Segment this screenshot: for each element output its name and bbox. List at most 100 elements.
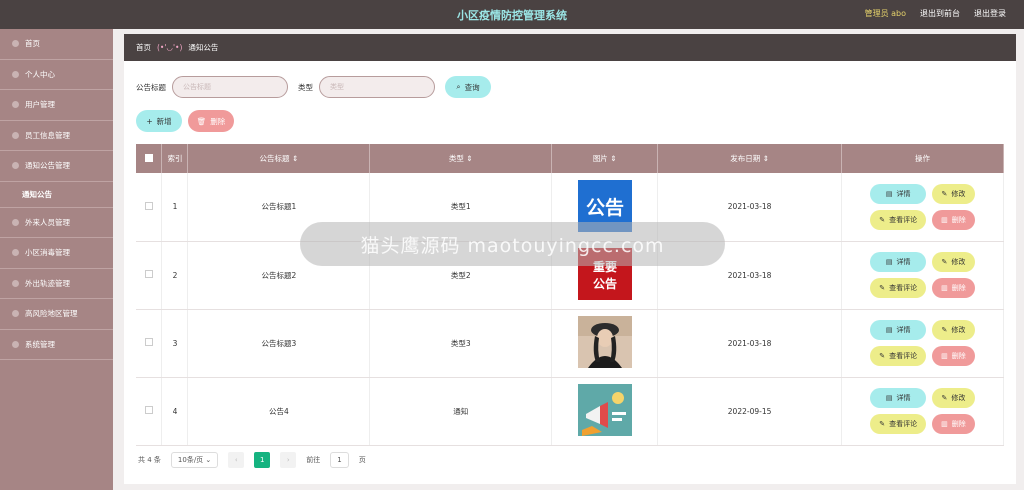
sidebar-item-high-risk[interactable]: 高风险地区管理 bbox=[0, 299, 113, 330]
delete-button[interactable]: ▥ 删除 bbox=[932, 278, 975, 298]
trash-icon: ▥ bbox=[941, 420, 948, 428]
pencil-icon: ✎ bbox=[879, 420, 886, 428]
comments-label: 查看评论 bbox=[889, 352, 918, 360]
sidebar-item-visitors[interactable]: 外来人员管理 bbox=[0, 208, 113, 238]
svg-text:公告: 公告 bbox=[586, 196, 624, 219]
comments-label: 查看评论 bbox=[889, 420, 918, 428]
table-header-row: 索引 公告标题 ⇕ 类型 ⇕ 图片 ⇕ 发布日期 ⇕ 操作 bbox=[136, 144, 1004, 173]
pencil-icon: ✎ bbox=[941, 189, 948, 198]
select-all-header[interactable] bbox=[136, 144, 163, 173]
col-image-label: 图片 bbox=[592, 154, 608, 163]
col-title[interactable]: 公告标题 ⇕ bbox=[187, 144, 371, 173]
row-checkbox-cell[interactable] bbox=[136, 377, 163, 446]
edit-button[interactable]: ✎ 修改 bbox=[932, 252, 975, 272]
sidebar-item-label: 员工信息管理 bbox=[25, 130, 70, 140]
edit-button[interactable]: ✎ 修改 bbox=[932, 320, 975, 340]
select-all-checkbox[interactable] bbox=[144, 153, 153, 162]
row-checkbox[interactable] bbox=[144, 201, 153, 210]
delete-label: 删除 bbox=[951, 215, 966, 224]
view-comments-button[interactable]: ✎ 查看评论 bbox=[870, 278, 927, 298]
detail-button[interactable]: ▤ 详情 bbox=[870, 252, 927, 272]
sidebar-item-profile[interactable]: 个人中心 bbox=[0, 60, 113, 90]
batch-delete-button[interactable]: 🗑 删除 bbox=[188, 110, 234, 132]
col-image[interactable]: 图片 ⇕ bbox=[551, 144, 659, 173]
chevron-left-icon: ‹ bbox=[234, 456, 238, 464]
view-comments-button[interactable]: ✎ 查看评论 bbox=[870, 414, 927, 434]
sidebar-item-notices[interactable]: 通知公告管理 bbox=[0, 151, 113, 182]
sidebar-item-label: 系统管理 bbox=[25, 339, 55, 349]
row-actions: ▤ 详情 ✎ 修改 ✎ 查看评论 ▥ 删除 bbox=[841, 309, 1004, 378]
sidebar-item-label: 个人中心 bbox=[25, 69, 55, 79]
add-button[interactable]: + 新增 bbox=[136, 110, 182, 132]
type-search-input[interactable]: 类型 bbox=[319, 76, 435, 98]
row-checkbox-cell[interactable] bbox=[136, 173, 163, 242]
query-button[interactable]: ⌕ 查询 bbox=[445, 76, 491, 98]
logout-link[interactable]: 退出登录 bbox=[974, 8, 1006, 19]
title-search-input[interactable]: 公告标题 bbox=[172, 76, 288, 98]
edit-button[interactable]: ✎ 修改 bbox=[932, 388, 975, 408]
to-front-link[interactable]: 退出到前台 bbox=[920, 8, 960, 19]
header-actions: 管理员 abo 退出到前台 退出登录 bbox=[865, 8, 1006, 19]
row-checkbox[interactable] bbox=[144, 270, 153, 278]
edit-label: 修改 bbox=[951, 326, 966, 334]
breadcrumb-home[interactable]: 首页 bbox=[136, 42, 151, 53]
sidebar-item-users[interactable]: 用户管理 bbox=[0, 90, 113, 121]
sidebar-item-label: 首页 bbox=[25, 39, 40, 49]
edit-label: 修改 bbox=[951, 258, 966, 266]
warning-icon bbox=[12, 310, 19, 318]
toolbar: + 新增 🗑 删除 bbox=[136, 110, 234, 132]
detail-button[interactable]: ▤ 详情 bbox=[870, 320, 927, 340]
notice-image-photo-person[interactable] bbox=[577, 316, 632, 368]
row-checkbox-cell[interactable] bbox=[136, 241, 163, 310]
sidebar-item-label: 用户管理 bbox=[25, 100, 55, 110]
pencil-icon: ✎ bbox=[879, 215, 886, 224]
row-date: 2022-09-15 bbox=[657, 377, 843, 446]
page-suffix: 页 bbox=[358, 456, 366, 464]
col-date[interactable]: 发布日期 ⇕ bbox=[657, 144, 843, 173]
comments-label: 查看评论 bbox=[889, 215, 918, 224]
view-comments-button[interactable]: ✎ 查看评论 bbox=[870, 209, 927, 230]
pencil-icon: ✎ bbox=[941, 258, 948, 266]
page-number-current[interactable]: 1 bbox=[254, 452, 271, 468]
delete-label: 删除 bbox=[951, 284, 966, 292]
sidebar-item-trajectory[interactable]: 外出轨迹管理 bbox=[0, 269, 113, 299]
next-page-button[interactable]: › bbox=[280, 452, 297, 468]
col-type[interactable]: 类型 ⇕ bbox=[369, 144, 553, 173]
staff-icon bbox=[12, 131, 19, 139]
trash-icon: ▥ bbox=[941, 215, 948, 224]
notice-icon bbox=[12, 162, 19, 170]
breadcrumb: 首页 (•'◡'•) 通知公告 bbox=[124, 34, 1016, 61]
sidebar-item-disinfection[interactable]: 小区消毒管理 bbox=[0, 238, 113, 269]
visitor-icon bbox=[12, 218, 19, 226]
detail-button[interactable]: ▤ 详情 bbox=[870, 388, 927, 408]
disinfect-icon bbox=[12, 249, 19, 257]
delete-button[interactable]: ▥ 删除 bbox=[932, 209, 975, 230]
row-index: 1 bbox=[161, 173, 189, 242]
delete-button[interactable]: ▥ 删除 bbox=[932, 346, 975, 366]
detail-button[interactable]: ▤ 详情 bbox=[870, 183, 927, 204]
view-comments-button[interactable]: ✎ 查看评论 bbox=[870, 346, 927, 366]
col-date-label: 发布日期 bbox=[730, 154, 761, 163]
row-checkbox[interactable] bbox=[144, 338, 153, 346]
prev-page-button[interactable]: ‹ bbox=[228, 452, 245, 468]
row-actions: ▤ 详情 ✎ 修改 ✎ 查看评论 ▥ 删除 bbox=[841, 173, 1004, 242]
doc-icon: ▤ bbox=[885, 258, 893, 266]
sidebar-subitem-notice[interactable]: 通知公告 bbox=[0, 182, 113, 208]
sidebar-item-system[interactable]: 系统管理 bbox=[0, 330, 113, 360]
row-checkbox[interactable] bbox=[144, 406, 153, 414]
add-button-label: 新增 bbox=[156, 116, 172, 126]
notice-image-megaphone[interactable] bbox=[577, 384, 632, 436]
pagination: 共 4 条 10条/页 ⌄ ‹ 1 › 前往 1 页 bbox=[138, 452, 366, 468]
top-header: 小区疫情防控管理系统 管理员 abo 退出到前台 退出登录 bbox=[0, 0, 1024, 29]
breadcrumb-separator: (•'◡'•) bbox=[157, 43, 183, 52]
svg-text:公告: 公告 bbox=[593, 276, 617, 291]
table-row: 3 公告标题3 类型3 2021-03-18 ▤ 详情 ✎ 修改 ✎ 查看评论 … bbox=[136, 309, 1004, 378]
goto-page-input[interactable]: 1 bbox=[330, 452, 349, 468]
chevron-down-icon: ⌄ bbox=[205, 456, 212, 464]
edit-button[interactable]: ✎ 修改 bbox=[932, 183, 975, 204]
row-checkbox-cell[interactable] bbox=[136, 309, 163, 378]
sidebar-item-staff[interactable]: 员工信息管理 bbox=[0, 121, 113, 151]
sidebar-item-home[interactable]: 首页 bbox=[0, 29, 113, 60]
page-size-select[interactable]: 10条/页 ⌄ bbox=[170, 452, 219, 468]
delete-button[interactable]: ▥ 删除 bbox=[932, 414, 975, 434]
